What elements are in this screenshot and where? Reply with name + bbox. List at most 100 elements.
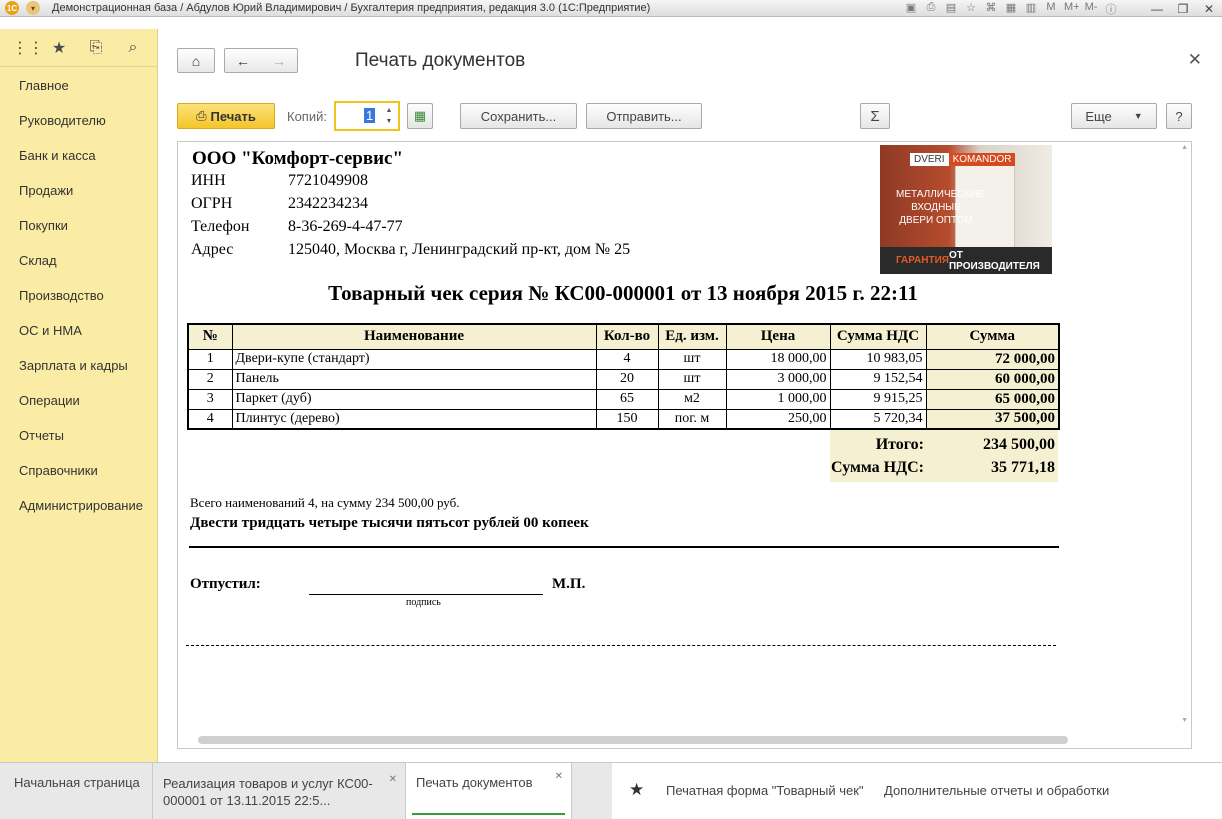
sidebar-item-directories[interactable]: Справочники [19, 463, 98, 478]
sidebar-toolbar: ⋮⋮ ★ ⎘ ⌕ [0, 29, 157, 67]
print-button-label: Печать [210, 108, 256, 124]
document-viewer[interactable]: ООО "Комфорт-сервис" ИНН 7721049908 ОГРН… [177, 141, 1192, 749]
send-button[interactable]: Отправить... [586, 103, 702, 129]
cell-number: 3 [187, 388, 233, 410]
ad-slogan: МЕТАЛЛИЧЕСКИЕ ВХОДНЫЕ ДВЕРИ ОПТОМ [896, 189, 985, 226]
scroll-down-icon[interactable]: ▼ [1181, 717, 1188, 724]
home-button[interactable]: ⌂ [177, 48, 215, 73]
cell-unit: шт [657, 368, 727, 390]
amount-in-words: Двести тридцать четыре тысячи пятьсот ру… [190, 515, 589, 531]
ogrn-label: ОГРН [191, 195, 233, 212]
advertisement-image: DVERI KOMANDOR МЕТАЛЛИЧЕСКИЕ ВХОДНЫЕ ДВЕР… [880, 145, 1052, 274]
memory-mplus-button[interactable]: M+ [1064, 1, 1080, 17]
cell-name: Двери-купе (стандарт) [231, 348, 597, 370]
signature-caption: подпись [406, 597, 441, 608]
search-icon[interactable]: ⌕ [123, 39, 143, 57]
sidebar-item-manager[interactable]: Руководителю [19, 113, 106, 128]
close-tab-icon[interactable]: ✕ [389, 771, 397, 788]
print-icon[interactable]: ⎙ [924, 1, 938, 17]
cell-qty: 65 [595, 388, 659, 410]
col-name: Наименование [231, 323, 597, 350]
sidebar-item-main[interactable]: Главное [19, 78, 69, 93]
sidebar-item-purchases[interactable]: Покупки [19, 218, 68, 233]
more-button[interactable]: Еще ▼ [1071, 103, 1157, 129]
main-menu-icon[interactable]: ▾ [26, 1, 40, 15]
save-button[interactable]: Сохранить... [460, 103, 577, 129]
extra-reports-link[interactable]: Дополнительные отчеты и обработки [884, 783, 1109, 798]
sidebar-item-operations[interactable]: Операции [19, 393, 80, 408]
open-windows-bar: Начальная страница Реализация товаров и … [0, 762, 1222, 819]
edit-document-button[interactable]: ▦ [407, 103, 433, 129]
save-icon[interactable]: ▣ [904, 1, 918, 17]
vat-total-value: 35 771,18 [991, 459, 1055, 476]
phone-value: 8-36-269-4-47-77 [288, 218, 403, 235]
table-row: 1 Двери-купе (стандарт) 4 шт 18 000,00 1… [187, 348, 1060, 370]
favorite-star-icon[interactable]: ★ [629, 780, 644, 800]
cut-line [186, 645, 1056, 646]
divider [189, 546, 1059, 548]
printer-icon: ⎙ [196, 108, 207, 123]
tab-home[interactable]: Начальная страница [4, 763, 153, 819]
sum-button[interactable]: Σ [860, 103, 890, 129]
help-button[interactable]: ? [1166, 103, 1192, 129]
calendar-icon[interactable]: ▥ [1024, 1, 1038, 17]
col-qty: Кол-во [595, 323, 659, 350]
edit-table-icon: ▦ [413, 108, 427, 123]
memory-m-button[interactable]: M [1044, 1, 1058, 17]
forward-arrow-icon[interactable]: → [272, 53, 286, 69]
sidebar-item-sales[interactable]: Продажи [19, 183, 73, 198]
calculator-icon[interactable]: ▦ [1004, 1, 1018, 17]
table-row: 3 Паркет (дуб) 65 м2 1 000,00 9 915,25 6… [187, 388, 1060, 410]
maximize-icon[interactable]: ❐ [1170, 0, 1196, 17]
sidebar-item-warehouse[interactable]: Склад [19, 253, 57, 268]
info-icon[interactable]: ⓘ [1104, 1, 1118, 17]
horizontal-scrollbar[interactable] [198, 736, 1068, 744]
scroll-up-icon[interactable]: ▲ [1181, 144, 1188, 151]
cell-number: 1 [187, 348, 233, 370]
cell-unit: шт [657, 348, 727, 370]
sidebar-item-payroll[interactable]: Зарплата и кадры [19, 358, 128, 373]
vat-total-label: Сумма НДС: [831, 459, 924, 476]
tab-label: Реализация товаров и услуг КС00-000001 о… [163, 776, 373, 808]
back-arrow-icon[interactable]: ← [236, 53, 250, 69]
cell-qty: 150 [595, 408, 659, 430]
print-button[interactable]: ⎙ Печать [177, 103, 275, 129]
table-header-row: № Наименование Кол-во Ед. изм. Цена Сумм… [187, 323, 1060, 350]
cell-sum: 60 000,00 [925, 368, 1060, 390]
memory-mminus-button[interactable]: M- [1084, 1, 1098, 17]
tab-sales-document[interactable]: Реализация товаров и услуг КС00-000001 о… [153, 763, 406, 819]
sidebar-item-bank-cash[interactable]: Банк и касса [19, 148, 96, 163]
window-controls: — ❐ ✕ [1144, 0, 1222, 17]
sidebar-item-production[interactable]: Производство [19, 288, 104, 303]
col-number: № [187, 323, 233, 350]
phone-label: Телефон [191, 218, 250, 235]
history-icon[interactable]: ⎘ [86, 39, 106, 57]
favorites-icon[interactable]: ★ [49, 38, 69, 58]
minimize-icon[interactable]: — [1144, 0, 1170, 17]
cell-vat: 9 915,25 [829, 388, 927, 410]
copies-input[interactable]: 1 ▲ ▼ [334, 101, 400, 131]
app-logo-icon[interactable]: 1С [5, 1, 19, 15]
sidebar-item-administration[interactable]: Администрирование [19, 498, 143, 513]
tab-print-documents[interactable]: Печать документов ✕ [406, 763, 572, 819]
cell-price: 250,00 [725, 408, 831, 430]
cell-price: 3 000,00 [725, 368, 831, 390]
copies-spinner[interactable]: ▲ ▼ [382, 105, 396, 127]
preview-icon[interactable]: ▤ [944, 1, 958, 17]
print-form-link[interactable]: Печатная форма "Товарный чек" [666, 783, 864, 798]
close-form-icon[interactable]: ✕ [1188, 50, 1202, 70]
all-functions-grid-icon[interactable]: ⋮⋮ [12, 38, 44, 58]
sidebar-item-fixed-assets[interactable]: ОС и НМА [19, 323, 82, 338]
close-window-icon[interactable]: ✕ [1196, 0, 1222, 17]
close-tab-icon[interactable]: ✕ [555, 771, 563, 782]
copies-value: 1 [364, 108, 376, 123]
cell-price: 1 000,00 [725, 388, 831, 410]
favorites-star-icon[interactable]: ☆ [964, 1, 978, 17]
cell-vat: 10 983,05 [829, 348, 927, 370]
col-unit: Ед. изм. [657, 323, 727, 350]
table-row: 2 Панель 20 шт 3 000,00 9 152,54 60 000,… [187, 368, 1060, 390]
totals-block: Итого: 234 500,00 Сумма НДС: 35 771,18 [830, 430, 1058, 482]
sidebar-item-reports[interactable]: Отчеты [19, 428, 64, 443]
cell-unit: м2 [657, 388, 727, 410]
history-icon[interactable]: ⌘ [984, 1, 998, 17]
